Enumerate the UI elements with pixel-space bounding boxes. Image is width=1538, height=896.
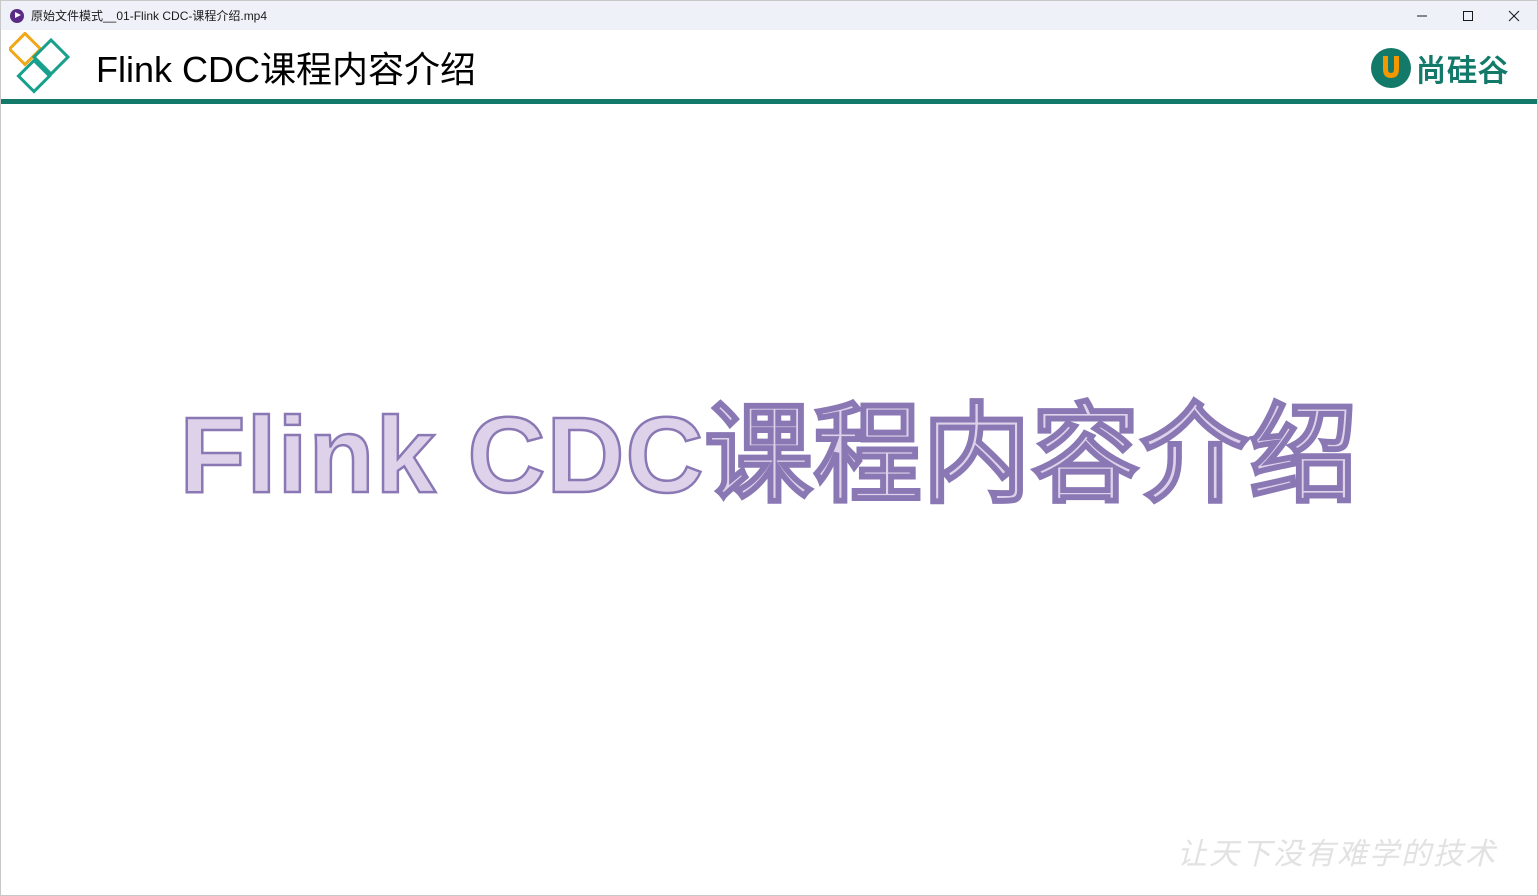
title-bar[interactable]: 原始文件模式__01-Flink CDC-课程介绍.mp4 — [1, 1, 1537, 30]
window-controls — [1399, 1, 1537, 30]
media-player-icon — [10, 8, 24, 23]
slogan-watermark: 让天下没有难学的技术 — [1177, 837, 1497, 872]
slide-header-title: Flink CDC课程内容介绍 — [96, 49, 477, 90]
minimize-icon — [1417, 15, 1427, 16]
close-icon — [1508, 10, 1520, 21]
video-player-window: 原始文件模式__01-Flink CDC-课程介绍.mp4 Flink CDC课… — [0, 0, 1538, 896]
brand-logo: 尚硅谷 — [1370, 46, 1509, 90]
video-frame[interactable]: Flink CDC课程内容介绍 尚硅谷 Flink CDC课程内容介绍 让天下没… — [1, 30, 1537, 895]
slide-header: Flink CDC课程内容介绍 尚硅谷 — [1, 30, 1537, 104]
window-title: 原始文件模式__01-Flink CDC-课程介绍.mp4 — [31, 9, 268, 23]
close-button[interactable] — [1491, 1, 1537, 30]
maximize-button[interactable] — [1445, 1, 1491, 30]
header-divider — [1, 99, 1537, 104]
slide-main-title: Flink CDC课程内容介绍 — [178, 393, 1359, 517]
brand-name: 尚硅谷 — [1416, 55, 1509, 88]
diamond-logo-icon — [9, 32, 71, 94]
maximize-icon — [1463, 10, 1473, 21]
brand-u-icon — [1371, 48, 1411, 88]
minimize-button[interactable] — [1399, 1, 1445, 30]
